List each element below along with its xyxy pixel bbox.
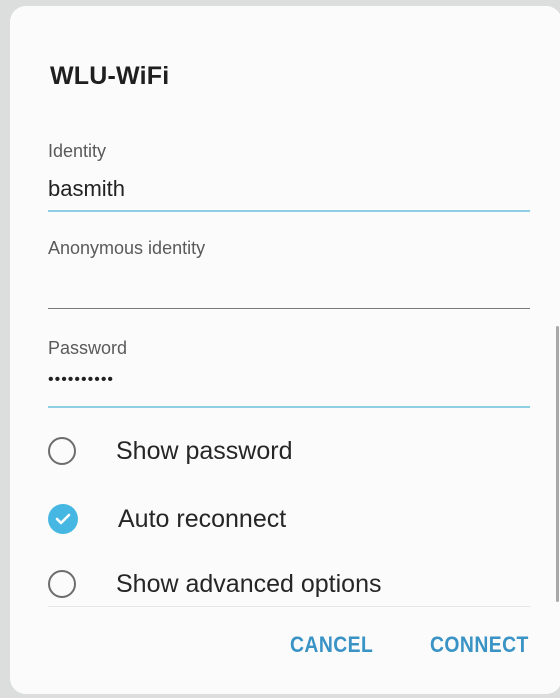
show-advanced-label: Show advanced options xyxy=(116,569,382,598)
identity-input[interactable]: basmith xyxy=(48,176,125,202)
auto-reconnect-checkbox[interactable] xyxy=(48,504,78,534)
wifi-dialog: WLU-WiFi ~~~~~~~~~~~~~~~~ Identity basmi… xyxy=(10,6,560,694)
show-password-option[interactable]: Show password xyxy=(48,428,530,474)
checkmark-icon xyxy=(55,513,71,525)
scrollbar[interactable] xyxy=(556,326,559,602)
actions-divider xyxy=(48,606,530,607)
scroll-content[interactable]: ~~~~~~~~~~~~~~~~ Identity basmith Anonym… xyxy=(10,106,560,606)
identity-label: Identity xyxy=(48,141,107,161)
auto-reconnect-label: Auto reconnect xyxy=(118,504,287,533)
connect-button[interactable]: CONNECT xyxy=(430,632,529,658)
auto-reconnect-option[interactable]: Auto reconnect xyxy=(48,496,530,542)
password-label: Password xyxy=(48,338,128,358)
show-advanced-radio[interactable] xyxy=(48,570,76,598)
cancel-button[interactable]: CANCEL xyxy=(290,632,373,658)
anonymous-identity-underline xyxy=(48,308,530,309)
show-advanced-option[interactable]: Show advanced options xyxy=(48,561,530,606)
clipped-field-text: ~~~~~~~~~~~~~~~~ xyxy=(50,106,228,114)
show-password-radio[interactable] xyxy=(48,437,76,465)
password-input[interactable]: •••••••••• xyxy=(48,371,114,389)
dialog-title: WLU-WiFi xyxy=(50,62,170,90)
anonymous-identity-label: Anonymous identity xyxy=(48,238,206,258)
anonymous-identity-input[interactable] xyxy=(48,274,530,304)
password-underline xyxy=(48,406,530,408)
identity-underline xyxy=(48,210,530,212)
show-password-label: Show password xyxy=(116,436,293,465)
